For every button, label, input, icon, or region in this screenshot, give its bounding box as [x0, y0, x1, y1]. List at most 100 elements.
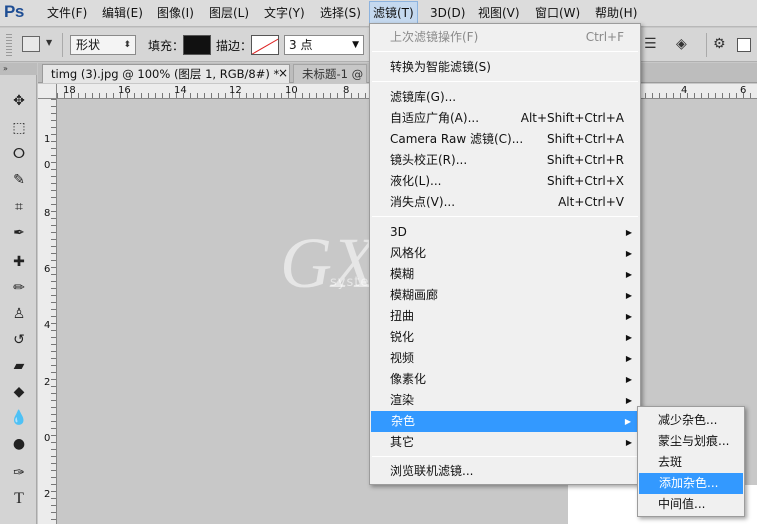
submenu-item-dust-scratches[interactable]: 蒙尘与划痕... — [638, 431, 744, 452]
eraser-tool-icon[interactable]: ▰ — [8, 355, 30, 377]
menu-separator — [372, 216, 638, 217]
submenu-item-reduce-noise[interactable]: 减少杂色... — [638, 410, 744, 431]
menu-image[interactable]: 图像(I) — [157, 0, 194, 27]
menu-item-sharpen[interactable]: 锐化 ▶ — [370, 327, 640, 348]
history-brush-tool-icon[interactable]: ↺ — [8, 329, 30, 351]
submenu-arrow-icon: ▶ — [625, 249, 632, 258]
menu-item-shortcut: Alt+Ctrl+V — [558, 195, 624, 209]
menu-item-liquify[interactable]: 液化(L)... Shift+Ctrl+X — [370, 171, 640, 192]
ruler-label: 1 — [44, 134, 51, 145]
paint-bucket-tool-icon[interactable]: ◆ — [8, 381, 30, 403]
marquee-tool-icon[interactable]: ⬚ — [8, 117, 30, 139]
path-alignment-icon[interactable]: ☰ — [644, 36, 657, 52]
menu-separator — [372, 456, 638, 457]
chevron-down-icon[interactable]: ▼ — [352, 36, 359, 54]
dodge-tool-icon[interactable]: ● — [8, 433, 30, 455]
menu-item-noise[interactable]: 杂色 ▶ — [371, 411, 639, 432]
submenu-item-despeckle[interactable]: 去斑 — [638, 452, 744, 473]
menu-item-label: 其它 — [390, 435, 415, 449]
menu-item-label: 中间值... — [658, 497, 706, 511]
menu-item-video[interactable]: 视频 ▶ — [370, 348, 640, 369]
tools-panel-collapse[interactable]: » — [0, 63, 37, 75]
menu-item-render[interactable]: 渲染 ▶ — [370, 390, 640, 411]
submenu-arrow-icon: ▶ — [625, 312, 632, 321]
menu-item-other[interactable]: 其它 ▶ — [370, 432, 640, 453]
ruler-label: 18 — [63, 85, 76, 96]
menu-item-label: 滤镜库(G)... — [390, 90, 457, 104]
menu-item-blur-gallery[interactable]: 模糊画廊 ▶ — [370, 285, 640, 306]
ruler-label: 4 — [681, 85, 688, 96]
menu-layer[interactable]: 图层(L) — [209, 0, 249, 27]
stroke-width-input[interactable]: 3 点 ▼ — [284, 35, 364, 55]
quick-selection-tool-icon[interactable]: ✎ — [8, 169, 30, 191]
rectangle-tool-preset-icon[interactable] — [22, 36, 40, 52]
tools-panel: » ✥ ⬚ ⵔ ✎ ⌗ ✒ ✚ ✏ ♙ ↺ ▰ ◆ 💧 ● ✑ T — [0, 63, 37, 524]
submenu-arrow-icon: ▶ — [625, 354, 632, 363]
menu-item-stylize[interactable]: 风格化 ▶ — [370, 243, 640, 264]
menu-item-browse-filters-online[interactable]: 浏览联机滤镜... — [370, 461, 640, 482]
ruler-origin[interactable] — [38, 84, 57, 99]
menu-item-label: Camera Raw 滤镜(C)... — [390, 132, 524, 146]
menu-item-label: 3D — [390, 225, 407, 239]
fill-label: 填充： — [148, 39, 185, 53]
submenu-arrow-icon: ▶ — [625, 228, 632, 237]
tab-timg[interactable]: timg (3).jpg @ 100% (图层 1, RGB/8#) * — [42, 64, 290, 83]
path-arrangement-icon[interactable]: ◈ — [676, 36, 687, 52]
ruler-label: 0 — [44, 160, 51, 171]
stroke-label: 描边： — [216, 39, 253, 53]
ruler-vertical[interactable]: 1 0 8 6 4 2 0 2 — [38, 99, 57, 524]
submenu-arrow-icon: ▶ — [625, 396, 632, 405]
type-tool-icon[interactable]: T — [8, 488, 30, 510]
ruler-label: 8 — [343, 85, 350, 96]
menu-item-label: 自适应广角(A)... — [390, 111, 480, 125]
blur-tool-icon[interactable]: 💧 — [8, 407, 30, 429]
options-bar-grip[interactable] — [6, 34, 12, 56]
crop-tool-icon[interactable]: ⌗ — [8, 196, 30, 218]
menu-item-vanishing-point[interactable]: 消失点(V)... Alt+Ctrl+V — [370, 192, 640, 213]
lasso-tool-icon[interactable]: ⵔ — [8, 143, 30, 165]
eyedropper-tool-icon[interactable]: ✒ — [8, 222, 30, 244]
ruler-label: 2 — [44, 377, 51, 388]
move-tool-icon[interactable]: ✥ — [8, 90, 30, 112]
menu-item-label: 浏览联机滤镜... — [390, 464, 474, 478]
ruler-label: 0 — [44, 433, 51, 444]
menu-item-convert-smart-filter[interactable]: 转换为智能滤镜(S) — [370, 57, 640, 78]
menu-item-label: 转换为智能滤镜(S) — [390, 60, 491, 74]
tab-untitled[interactable]: 未标题-1 @ — [293, 64, 367, 83]
tool-mode-select[interactable]: 形状 ⬍ — [70, 35, 136, 55]
menu-select[interactable]: 选择(S) — [320, 0, 361, 27]
menu-separator — [372, 51, 638, 52]
menu-file[interactable]: 文件(F) — [47, 0, 87, 27]
menu-item-distort[interactable]: 扭曲 ▶ — [370, 306, 640, 327]
menu-item-blur[interactable]: 模糊 ▶ — [370, 264, 640, 285]
stroke-color-swatch[interactable] — [251, 35, 279, 55]
align-edges-checkbox[interactable] — [737, 38, 751, 52]
noise-submenu: 减少杂色... 蒙尘与划痕... 去斑 添加杂色... 中间值... — [637, 406, 745, 517]
menu-item-pixelate[interactable]: 像素化 ▶ — [370, 369, 640, 390]
brush-tool-icon[interactable]: ✏ — [8, 277, 30, 299]
menu-item-last-filter[interactable]: 上次滤镜操作(F) Ctrl+F — [370, 27, 640, 48]
menu-item-label: 消失点(V)... — [390, 195, 456, 209]
gear-icon[interactable]: ⚙ — [713, 36, 726, 52]
menu-type[interactable]: 文字(Y) — [264, 0, 305, 27]
menu-item-3d[interactable]: 3D ▶ — [370, 222, 640, 243]
menu-edit[interactable]: 编辑(E) — [102, 0, 143, 27]
menu-item-filter-gallery[interactable]: 滤镜库(G)... — [370, 87, 640, 108]
clone-stamp-tool-icon[interactable]: ♙ — [8, 303, 30, 325]
menu-item-label: 扭曲 — [390, 309, 415, 323]
close-icon[interactable]: × — [278, 66, 288, 80]
menu-item-label: 像素化 — [390, 372, 427, 386]
filter-menu: 上次滤镜操作(F) Ctrl+F 转换为智能滤镜(S) 滤镜库(G)... 自适… — [369, 23, 641, 485]
submenu-item-median[interactable]: 中间值... — [638, 494, 744, 515]
submenu-item-add-noise[interactable]: 添加杂色... — [639, 473, 743, 494]
pen-tool-icon[interactable]: ✑ — [8, 462, 30, 484]
chevron-down-icon[interactable]: ▼ — [46, 38, 52, 47]
menu-item-label: 镜头校正(R)... — [390, 153, 468, 167]
chevron-updown-icon: ⬍ — [123, 40, 131, 50]
fill-color-swatch[interactable] — [183, 35, 211, 55]
tab-untitled-label: 未标题-1 @ — [302, 67, 364, 81]
menu-item-camera-raw[interactable]: Camera Raw 滤镜(C)... Shift+Ctrl+A — [370, 129, 640, 150]
menu-item-adaptive-wide-angle[interactable]: 自适应广角(A)... Alt+Shift+Ctrl+A — [370, 108, 640, 129]
healing-brush-tool-icon[interactable]: ✚ — [8, 251, 30, 273]
menu-item-lens-correction[interactable]: 镜头校正(R)... Shift+Ctrl+R — [370, 150, 640, 171]
